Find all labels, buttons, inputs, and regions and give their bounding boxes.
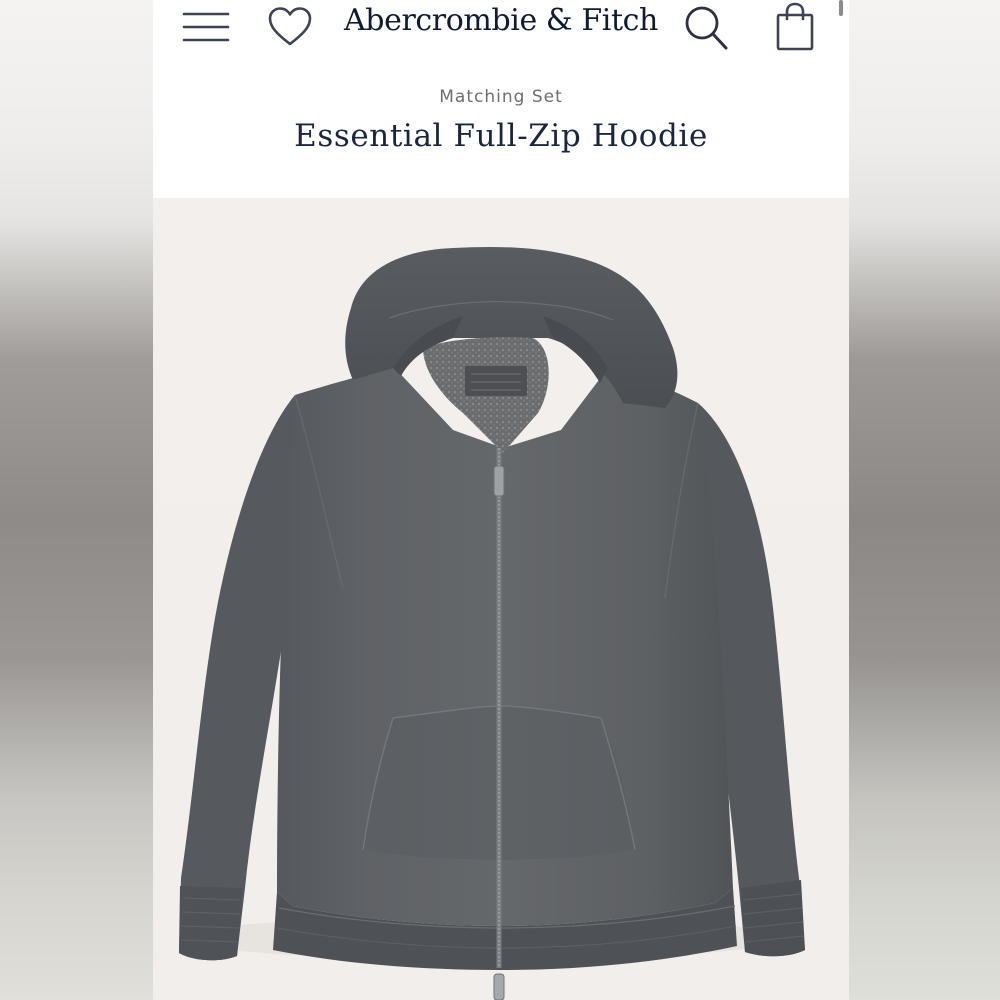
app-screen: Abercrombie & Fitch Matching Set Essenti…: [153, 0, 849, 1000]
hamburger-menu-icon: [182, 12, 230, 42]
blurred-background-right: [849, 0, 1000, 1000]
brand-logo[interactable]: Abercrombie & Fitch: [333, 3, 669, 38]
search-icon: [685, 6, 728, 50]
shopping-bag-icon: [776, 2, 814, 51]
product-eyebrow: Matching Set: [439, 87, 563, 107]
menu-button[interactable]: [179, 6, 233, 48]
hoodie-illustration: [179, 246, 805, 1000]
shopping-bag-button[interactable]: [770, 0, 820, 54]
top-navigation-bar: Abercrombie & Fitch: [153, 0, 849, 56]
search-button[interactable]: [681, 2, 731, 52]
product-image[interactable]: [153, 198, 849, 1000]
blurred-background-left: [0, 0, 153, 1000]
product-title: Essential Full-Zip Hoodie: [294, 118, 708, 154]
heart-icon: [268, 7, 312, 46]
favorites-button[interactable]: [265, 4, 315, 50]
